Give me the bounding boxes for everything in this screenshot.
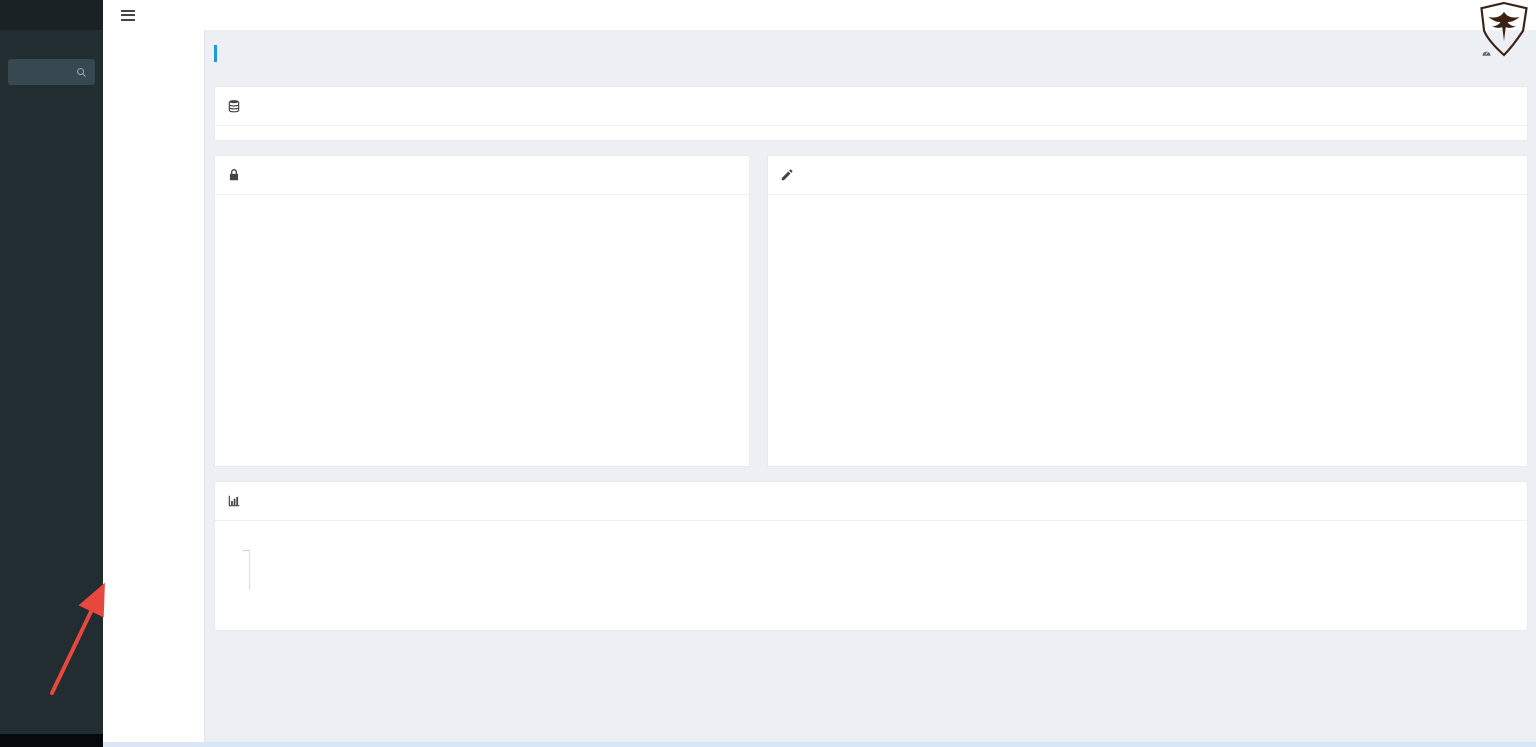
sidebar-footer — [0, 734, 103, 747]
auth-info-list — [215, 195, 749, 217]
sidebar-quick-icons — [0, 30, 103, 48]
system-data-panel — [214, 86, 1528, 141]
watermark — [1478, 1, 1532, 57]
trend-chart — [215, 521, 1527, 630]
search-input[interactable] — [16, 64, 76, 80]
y-axis-line — [249, 550, 250, 590]
main-content — [206, 30, 1536, 747]
bottom-highlight-strip — [103, 742, 1536, 747]
sidebar — [0, 30, 103, 747]
function-list-header — [103, 30, 204, 67]
function-list-items — [103, 67, 204, 747]
sidebar-search — [8, 59, 95, 85]
database-icon — [227, 99, 241, 113]
content-header — [214, 37, 1528, 69]
eagle-logo-icon — [1480, 1, 1528, 57]
app-logo[interactable] — [0, 0, 103, 30]
sidebar-toggle-button[interactable] — [115, 1, 141, 29]
nav-section-label — [0, 89, 103, 105]
pencil-icon — [780, 168, 794, 182]
topbar — [0, 0, 1536, 30]
function-list — [103, 30, 205, 747]
auth-panel — [214, 155, 750, 467]
quick-section-label — [0, 105, 103, 121]
panel-header — [768, 156, 1527, 195]
lock-icon — [227, 168, 241, 182]
bar-chart-icon — [227, 494, 241, 508]
todo-panel — [767, 155, 1528, 467]
panel-header — [215, 87, 1527, 126]
search-icon[interactable] — [76, 67, 87, 78]
panel-header — [215, 156, 749, 195]
panel-header — [215, 482, 1527, 521]
title-accent-bar — [214, 44, 217, 62]
data-table — [215, 126, 1527, 140]
trend-panel — [214, 481, 1528, 631]
